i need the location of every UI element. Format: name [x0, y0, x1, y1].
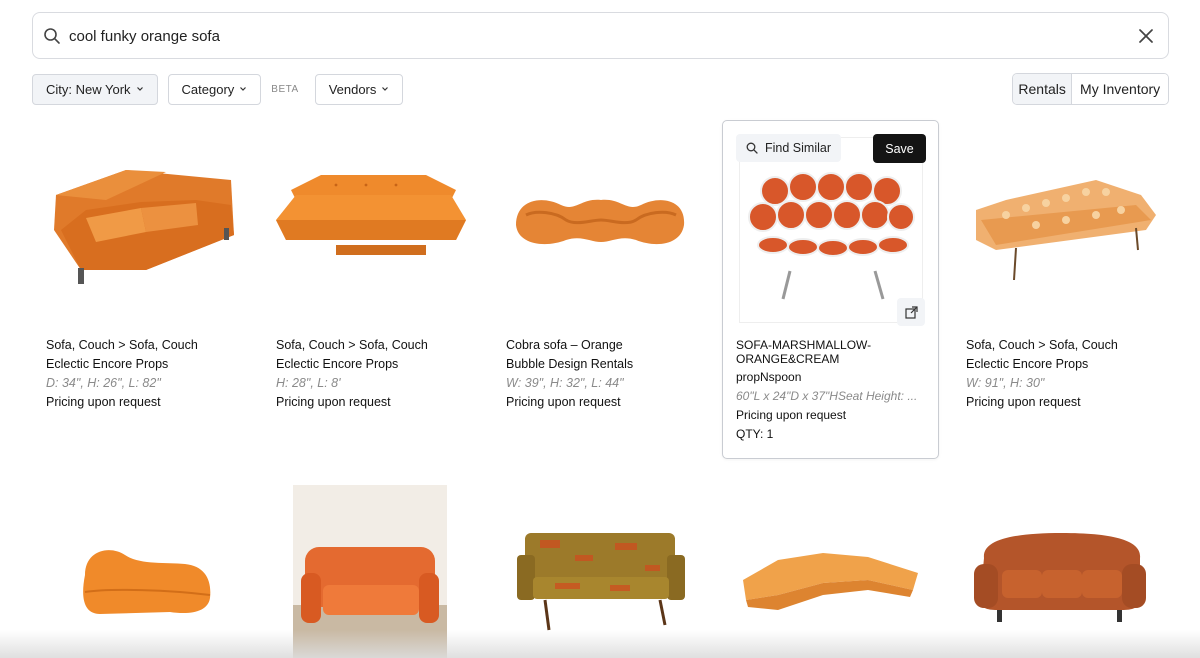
view-toggle: Rentals My Inventory — [1012, 73, 1169, 105]
product-price: Pricing upon request — [276, 395, 391, 409]
product-card[interactable]: Sofa, Couch > Sofa, Couch Eclectic Encor… — [32, 140, 249, 430]
scroll-fade — [0, 630, 1200, 658]
chevron-down-icon — [240, 87, 247, 91]
product-dimensions: H: 28", L: 8' — [276, 376, 341, 390]
product-image[interactable] — [515, 525, 687, 635]
vendors-filter-button[interactable]: Vendors — [314, 73, 404, 105]
filter-bar: City: New York Category BETA Vendors — [32, 73, 413, 105]
city-filter-button[interactable]: City: New York — [32, 73, 158, 105]
product-card[interactable]: Sofa, Couch > Sofa, Couch Eclectic Encor… — [952, 140, 1169, 430]
product-dimensions: W: 91", H: 30" — [966, 376, 1045, 390]
city-filter-label: City: New York — [46, 81, 131, 97]
product-vendor: Eclectic Encore Props — [46, 357, 169, 371]
product-image[interactable] — [972, 528, 1147, 628]
search-input[interactable] — [69, 21, 1119, 51]
product-image[interactable] — [738, 545, 920, 615]
product-price: Pricing upon request — [506, 395, 621, 409]
search-icon — [44, 28, 60, 44]
product-card[interactable]: Sofa, Couch > Sofa, Couch Eclectic Encor… — [262, 140, 479, 430]
search-bar — [32, 12, 1169, 59]
product-image — [276, 175, 466, 255]
product-price: Pricing upon request — [736, 408, 847, 422]
find-similar-label: Find Similar — [765, 141, 831, 155]
chevron-down-icon — [136, 87, 143, 91]
external-link-button[interactable] — [897, 298, 925, 326]
save-button[interactable]: Save — [873, 134, 926, 163]
product-vendor: Eclectic Encore Props — [966, 357, 1089, 371]
product-card[interactable]: Cobra sofa – Orange Bubble Design Rental… — [492, 140, 709, 430]
product-vendor: propNspoon — [736, 370, 802, 384]
my-inventory-tab[interactable]: My Inventory — [1072, 74, 1168, 104]
product-category: Cobra sofa – Orange — [506, 338, 623, 352]
product-image — [516, 199, 685, 245]
product-image — [748, 172, 915, 300]
find-similar-button[interactable]: Find Similar — [736, 134, 841, 162]
beta-badge: BETA — [271, 83, 299, 95]
external-link-icon — [904, 305, 918, 319]
category-filter-button[interactable]: Category — [167, 73, 262, 105]
rentals-tab[interactable]: Rentals — [1013, 74, 1073, 104]
product-vendor: Eclectic Encore Props — [276, 357, 399, 371]
product-quantity: QTY: 1 — [736, 427, 774, 441]
product-category: SOFA-MARSHMALLOW-ORANGE&CREAM — [736, 338, 872, 366]
product-image — [54, 170, 234, 284]
product-image — [976, 180, 1156, 281]
product-card-hovered[interactable]: Find Similar Save SOFA-MARSHMALLOW-ORANG… — [722, 120, 939, 459]
product-price: Pricing upon request — [966, 395, 1081, 409]
chevron-down-icon — [382, 87, 389, 91]
vendors-filter-label: Vendors — [328, 81, 377, 97]
product-vendor: Bubble Design Rentals — [506, 357, 634, 371]
close-icon[interactable] — [1136, 26, 1156, 46]
product-dimensions: W: 39", H: 32", L: 44" — [506, 376, 624, 390]
product-dimensions: D: 34", H: 26", L: 82" — [46, 376, 161, 390]
product-category: Sofa, Couch > Sofa, Couch — [46, 338, 198, 352]
search-icon — [746, 142, 758, 154]
product-category: Sofa, Couch > Sofa, Couch — [276, 338, 428, 352]
product-image[interactable] — [70, 540, 215, 620]
product-price: Pricing upon request — [46, 395, 161, 409]
product-category: Sofa, Couch > Sofa, Couch — [966, 338, 1118, 352]
product-dimensions: 60"L x 24"D x 37"HSeat Height: ... — [736, 389, 918, 403]
category-filter-label: Category — [181, 81, 235, 97]
